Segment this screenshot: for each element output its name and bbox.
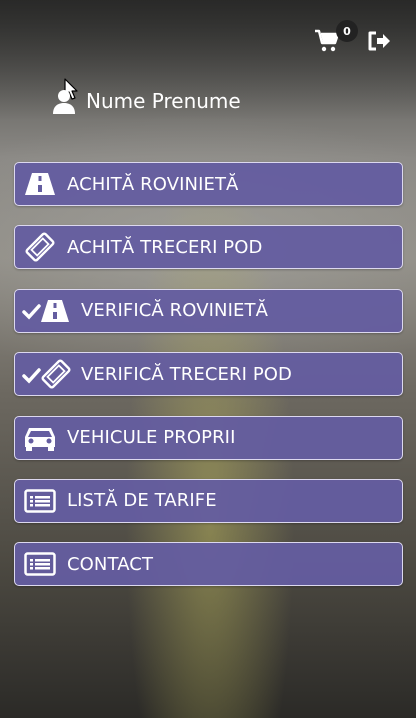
menu-item-achita-rovinieta[interactable]: ACHITĂ ROVINIETĂ bbox=[14, 162, 403, 206]
menu-item-vehicule-proprii[interactable]: VEHICULE PROPRII bbox=[14, 415, 403, 460]
cart-count-badge: 0 bbox=[336, 20, 358, 42]
menu-item-contact[interactable]: CONTACT bbox=[14, 542, 403, 587]
menu-item-label: LISTĂ DE TARIFE bbox=[67, 490, 217, 512]
check-ticket-icon bbox=[21, 358, 73, 390]
menu-item-label: VERIFICĂ TRECERI POD bbox=[81, 363, 293, 385]
road-icon bbox=[21, 168, 59, 200]
logout-button[interactable] bbox=[364, 26, 394, 56]
menu-item-label: ACHITĂ TRECERI POD bbox=[67, 236, 263, 258]
main-menu: ACHITĂ ROVINIETĂ ACHITĂ TRECERI POD VERI… bbox=[14, 162, 403, 606]
user-name: Nume Prenume bbox=[86, 89, 241, 113]
list-icon bbox=[21, 485, 59, 517]
menu-item-label: VERIFICĂ ROVINIETĂ bbox=[81, 300, 269, 322]
user-profile[interactable]: Nume Prenume bbox=[52, 88, 241, 114]
menu-item-lista-de-tarife[interactable]: LISTĂ DE TARIFE bbox=[14, 478, 403, 523]
menu-item-verifica-rovinieta[interactable]: VERIFICĂ ROVINIETĂ bbox=[14, 288, 403, 333]
menu-item-label: CONTACT bbox=[67, 553, 154, 575]
menu-item-label: ACHITĂ ROVINIETĂ bbox=[67, 173, 239, 195]
car-icon bbox=[21, 422, 59, 454]
logout-icon bbox=[368, 31, 390, 51]
ticket-icon bbox=[21, 231, 59, 263]
list-icon bbox=[21, 548, 59, 580]
top-bar: 0 bbox=[312, 20, 394, 56]
user-icon bbox=[53, 90, 75, 114]
menu-item-achita-treceri-pod[interactable]: ACHITĂ TRECERI POD bbox=[14, 225, 403, 270]
menu-item-label: VEHICULE PROPRII bbox=[67, 427, 236, 449]
menu-item-verifica-treceri-pod[interactable]: VERIFICĂ TRECERI POD bbox=[14, 352, 403, 397]
check-road-icon bbox=[21, 295, 73, 327]
cart-button[interactable]: 0 bbox=[312, 20, 358, 56]
